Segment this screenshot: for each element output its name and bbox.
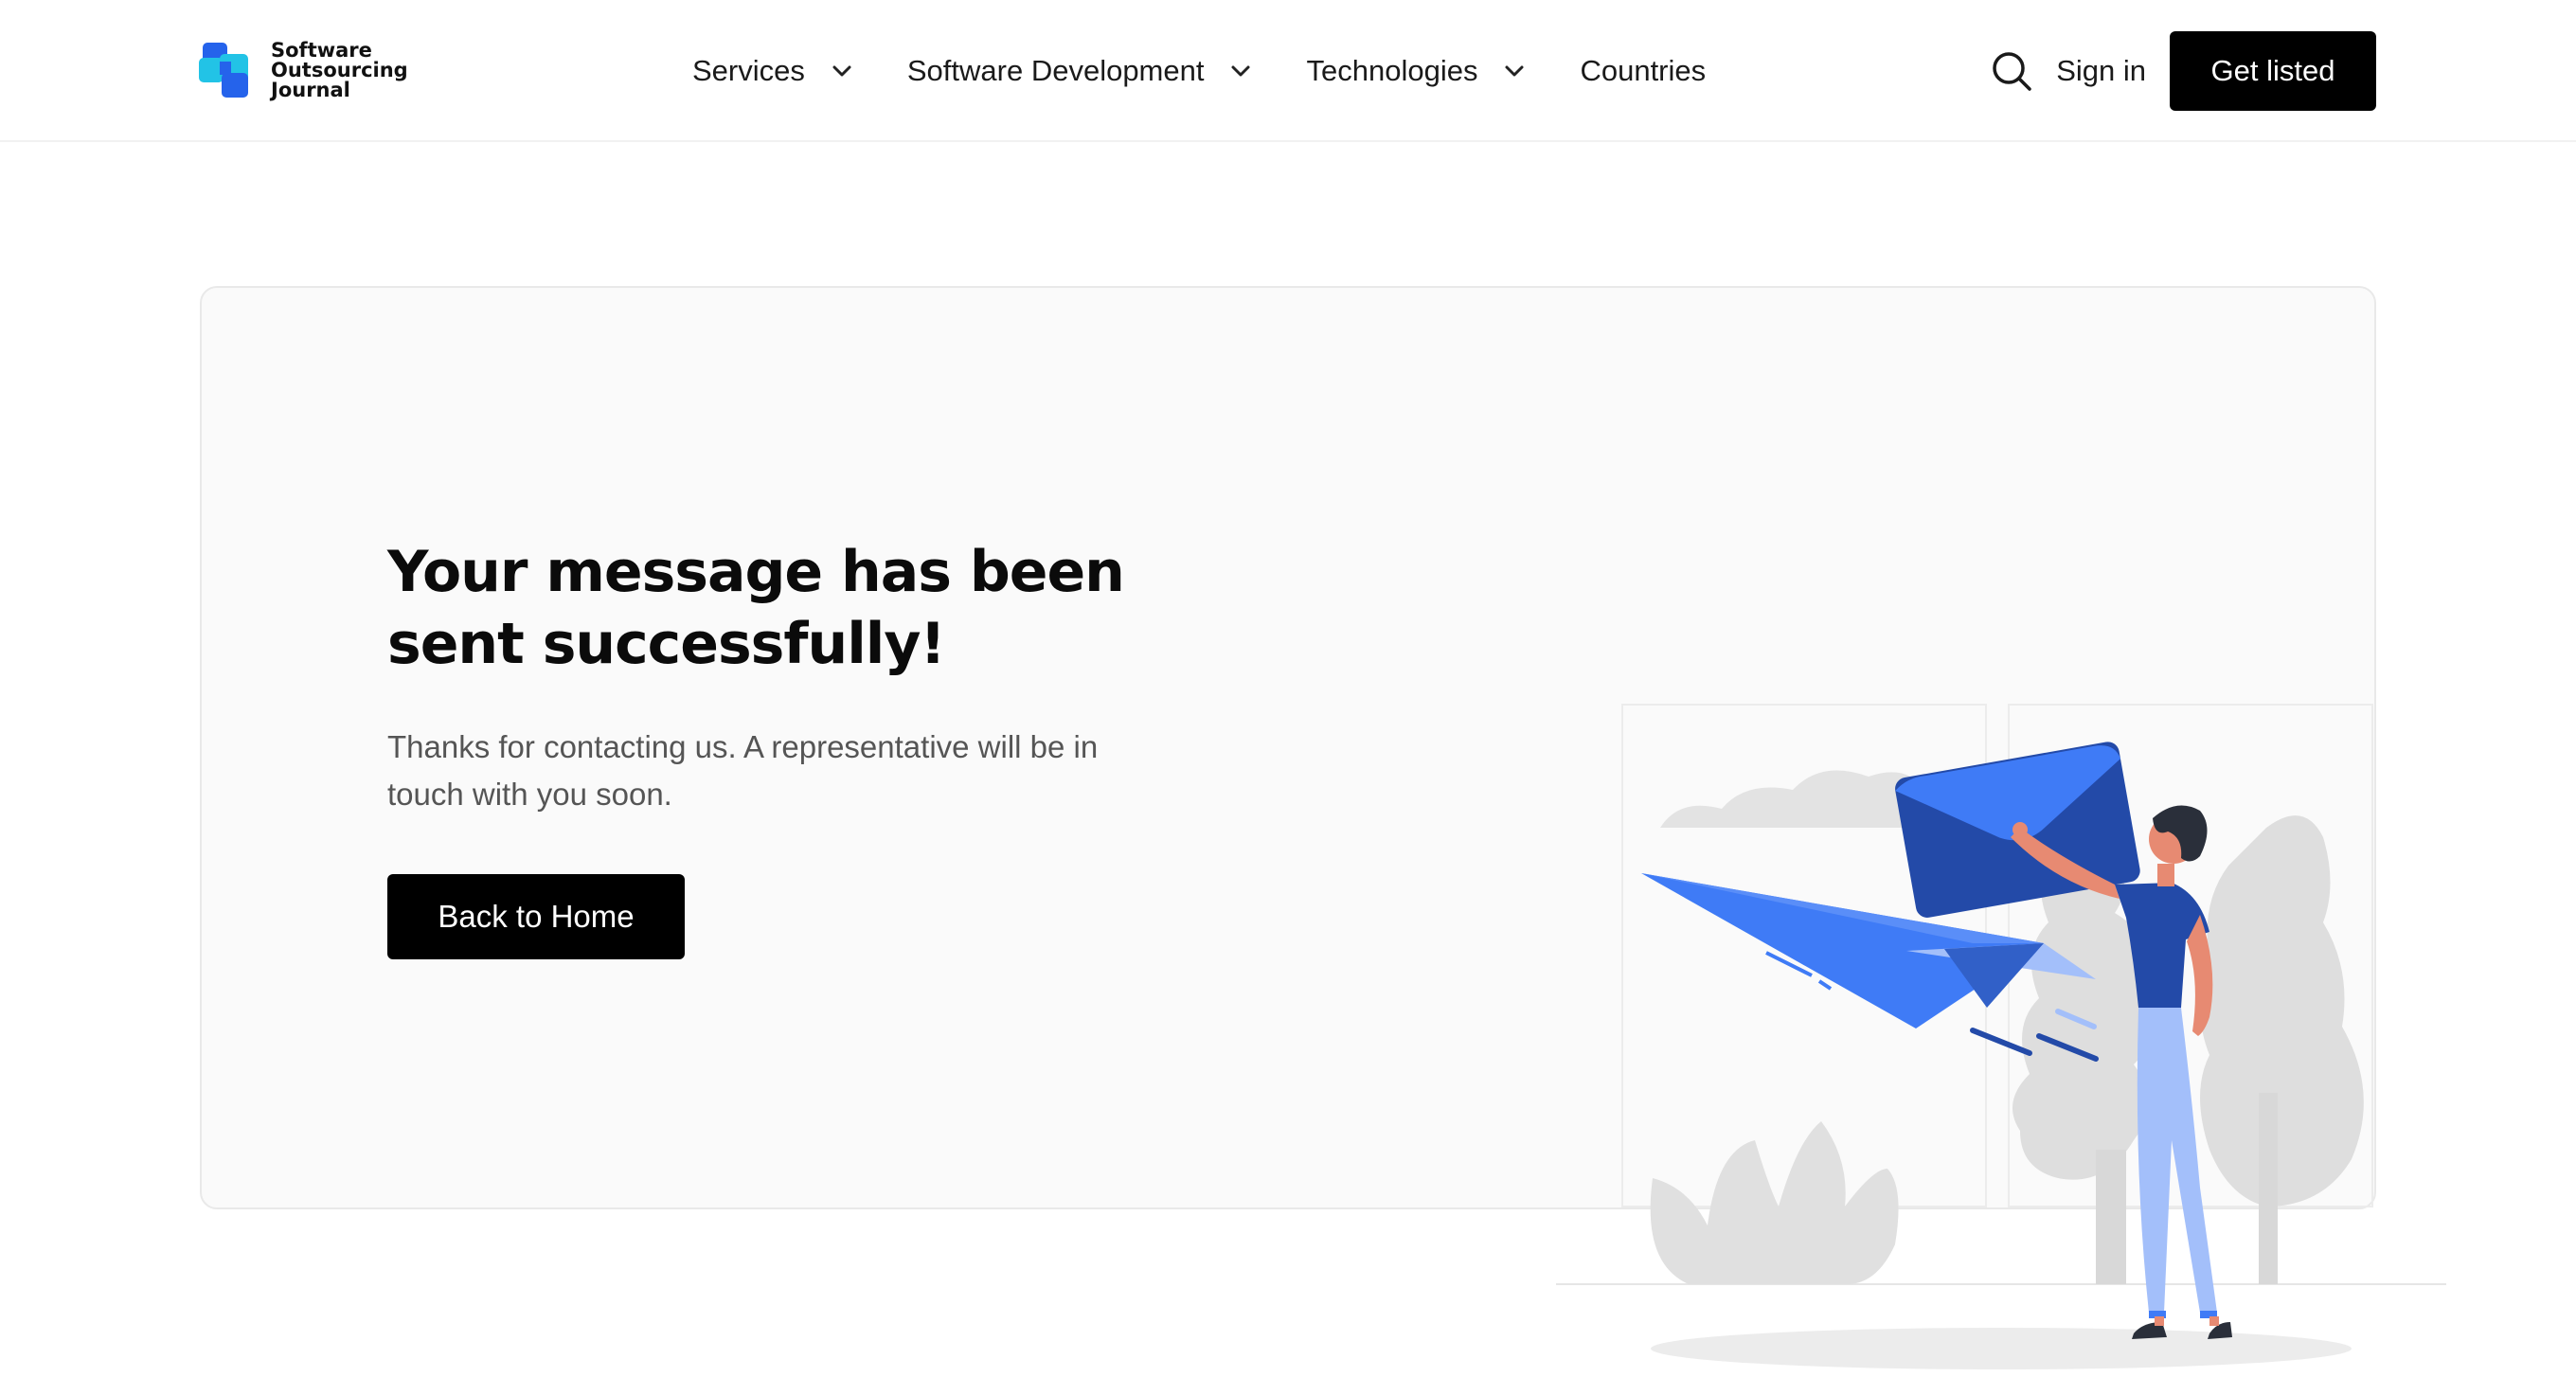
page-title: Your message has been sent successfully!: [387, 539, 1125, 677]
nav-item-software-development[interactable]: Software Development: [907, 54, 1256, 88]
sign-in-link[interactable]: Sign in: [2056, 54, 2146, 88]
nav-item-countries[interactable]: Countries: [1580, 54, 1706, 88]
logo-line: Outsourcing: [271, 58, 408, 81]
nav-item-technologies[interactable]: Technologies: [1306, 54, 1529, 88]
logo-line: Software: [271, 38, 372, 62]
logo-wordmark: Software Outsourcing Journal: [271, 38, 408, 101]
main-nav: Services Software Development Technologi…: [692, 47, 1757, 95]
confirmation-message: Thanks for contacting us. A representati…: [387, 729, 1099, 812]
get-listed-button[interactable]: Get listed: [2170, 31, 2376, 111]
back-to-home-button[interactable]: Back to Home: [387, 874, 685, 959]
nav-item-label: Technologies: [1306, 54, 1478, 87]
nav-item-label: Software Development: [906, 54, 1205, 87]
logo-mark-icon: [199, 43, 248, 98]
message-sent-illustration: [1556, 704, 2446, 1369]
nav-item-label: Services: [692, 54, 805, 87]
header-actions: Sign in Get listed: [1990, 31, 2376, 111]
site-logo[interactable]: Software Outsourcing Journal: [199, 38, 408, 102]
site-header: Software Outsourcing Journal Services So…: [0, 0, 2576, 142]
confirmation-card: Your message has been sent successfully!…: [200, 286, 2446, 1369]
logo-line: Journal: [271, 78, 350, 101]
search-icon[interactable]: [1990, 49, 2033, 93]
chevron-down-icon: [1231, 65, 1250, 77]
nav-item-services[interactable]: Services: [692, 54, 856, 88]
chevron-down-icon: [1505, 65, 1524, 77]
chevron-down-icon: [832, 65, 851, 77]
nav-item-label: Countries: [1580, 54, 1707, 87]
